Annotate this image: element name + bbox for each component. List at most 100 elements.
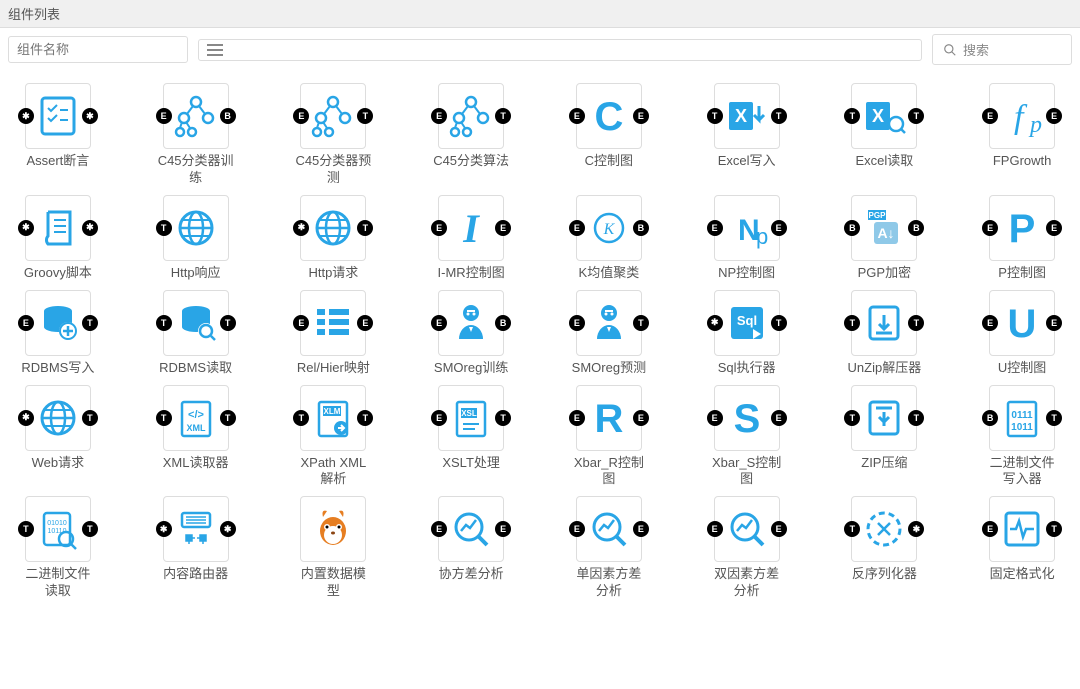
component-item[interactable]: 内置数据模型 [290, 496, 378, 600]
component-label: Groovy脚本 [24, 265, 92, 282]
component-item[interactable]: EBC45分类器训练 [152, 83, 240, 187]
component-label: SMOreg预测 [572, 360, 646, 377]
list-icon [309, 299, 357, 347]
component-item[interactable]: ETSMOreg预测 [565, 290, 653, 377]
component-label: K均值聚类 [579, 265, 640, 282]
component-label: U控制图 [998, 360, 1046, 377]
component-item[interactable]: EE P控制图 [978, 195, 1066, 282]
deser-icon [860, 505, 908, 553]
port-left-badge: T [293, 410, 309, 426]
component-icon-box: ET [25, 290, 91, 356]
component-item[interactable]: ✱TSql执行器 [703, 290, 791, 377]
component-label: 二进制文件读取 [20, 566, 96, 600]
search-box[interactable]: 搜索 [932, 34, 1072, 65]
component-item[interactable]: EBSMOreg训练 [427, 290, 515, 377]
component-item[interactable]: EEFPGrowth [978, 83, 1066, 187]
component-label: Http请求 [308, 265, 358, 282]
binSearch-icon [34, 505, 82, 553]
component-item[interactable]: ETXSLT处理 [427, 385, 515, 489]
port-left-badge: E [569, 521, 585, 537]
port-right-badge: T [495, 410, 511, 426]
port-right-badge: ✱ [82, 108, 98, 124]
squirrel-icon [309, 505, 357, 553]
component-item[interactable]: ✱✱Groovy脚本 [14, 195, 102, 282]
component-item[interactable]: TTExcel读取 [841, 83, 929, 187]
globe-icon [172, 204, 220, 252]
component-label: PGP加密 [858, 265, 911, 282]
component-item[interactable]: EEXbar_R控制图 [565, 385, 653, 489]
component-item[interactable]: ✱THttp请求 [290, 195, 378, 282]
component-icon-box: EE [714, 385, 780, 451]
sql-icon [723, 299, 771, 347]
port-right-badge: E [633, 108, 649, 124]
component-item[interactable]: EE双因素方差分析 [703, 496, 791, 600]
tree-icon [172, 92, 220, 140]
component-item[interactable]: ETC45分类器预测 [290, 83, 378, 187]
component-label: C45分类器预测 [295, 153, 371, 187]
component-label: Excel读取 [855, 153, 913, 170]
component-label: 二进制文件写入器 [984, 455, 1060, 489]
component-icon-box: EB [576, 195, 642, 261]
port-right-badge: E [633, 410, 649, 426]
component-label: 固定格式化 [990, 566, 1055, 583]
port-right-badge: T [82, 315, 98, 331]
component-label: P控制图 [998, 265, 1046, 282]
port-right-badge: T [82, 521, 98, 537]
port-left-badge: E [707, 521, 723, 537]
port-left-badge: E [569, 108, 585, 124]
component-icon-box: EE [300, 290, 366, 356]
component-icon-box: EE [989, 195, 1055, 261]
component-icon-box: EE [576, 83, 642, 149]
component-item[interactable]: EE单因素方差分析 [565, 496, 653, 600]
tree-icon [447, 92, 495, 140]
component-icon-box: ET [438, 385, 504, 451]
component-item[interactable]: BT二进制文件写入器 [978, 385, 1066, 489]
port-right-badge: E [633, 521, 649, 537]
port-left-badge: E [431, 521, 447, 537]
component-item[interactable]: ETRDBMS写入 [14, 290, 102, 377]
component-name-input[interactable] [8, 36, 188, 63]
component-item[interactable]: ET固定格式化 [978, 496, 1066, 600]
component-item[interactable]: EEC控制图 [565, 83, 653, 187]
letterP-icon [998, 204, 1046, 252]
component-label: NP控制图 [718, 265, 775, 282]
excelIn-icon [723, 92, 771, 140]
port-left-badge: ✱ [707, 315, 723, 331]
port-right-badge: T [771, 108, 787, 124]
port-left-badge: T [707, 108, 723, 124]
component-item[interactable]: EEXbar_S控制图 [703, 385, 791, 489]
port-right-badge: E [1046, 108, 1062, 124]
component-item[interactable]: EEU控制图 [978, 290, 1066, 377]
component-item[interactable]: THttp响应 [152, 195, 240, 282]
component-label: Sql执行器 [718, 360, 776, 377]
component-item[interactable]: T✱反序列化器 [841, 496, 929, 600]
component-icon-box: ✱✱ [25, 83, 91, 149]
port-left-badge: ✱ [18, 108, 34, 124]
component-icon-box: TT [851, 385, 917, 451]
component-item[interactable]: TTXPath XML解析 [290, 385, 378, 489]
component-label: Xbar_R控制图 [571, 455, 647, 489]
component-item[interactable]: EENP控制图 [703, 195, 791, 282]
component-item[interactable]: TTUnZip解压器 [841, 290, 929, 377]
component-item[interactable]: EERel/Hier映射 [290, 290, 378, 377]
component-item[interactable]: ✱TWeb请求 [14, 385, 102, 489]
component-item[interactable]: TTXML读取器 [152, 385, 240, 489]
port-right-badge: E [1046, 220, 1062, 236]
component-item[interactable]: BBPGP加密 [841, 195, 929, 282]
component-item[interactable]: ✱✱内容路由器 [152, 496, 240, 600]
component-item[interactable]: TTZIP压缩 [841, 385, 929, 489]
filter-bar[interactable] [198, 39, 922, 61]
component-item[interactable]: EB K均值聚类 [565, 195, 653, 282]
component-item[interactable]: TT二进制文件读取 [14, 496, 102, 600]
analysis-icon [447, 505, 495, 553]
component-item[interactable]: ETC45分类算法 [427, 83, 515, 187]
pgp-icon [860, 204, 908, 252]
component-icon-box: EB [438, 290, 504, 356]
component-item[interactable]: TTRDBMS读取 [152, 290, 240, 377]
component-item[interactable]: EEI-MR控制图 [427, 195, 515, 282]
component-item[interactable]: TTExcel写入 [703, 83, 791, 187]
port-left-badge: E [982, 108, 998, 124]
component-item[interactable]: EE协方差分析 [427, 496, 515, 600]
component-icon-box: TT [163, 385, 229, 451]
component-item[interactable]: ✱✱Assert断言 [14, 83, 102, 187]
